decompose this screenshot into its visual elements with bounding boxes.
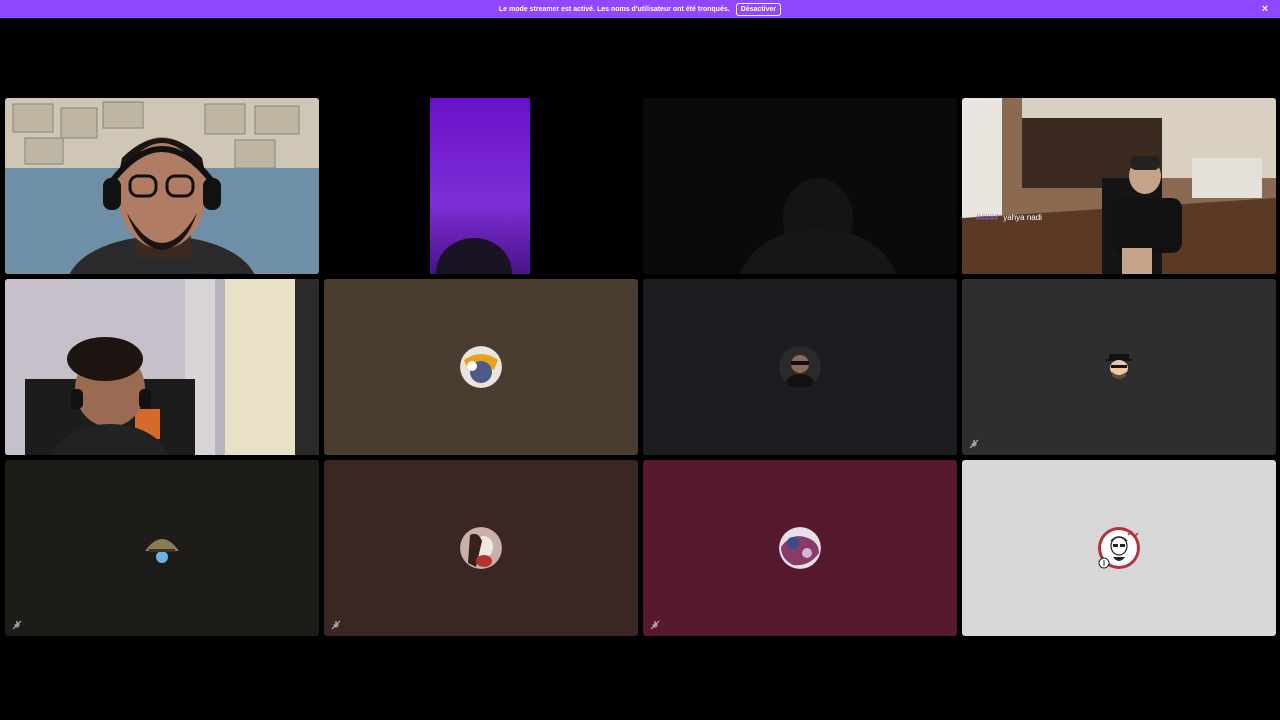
truncated-username: ##### (976, 213, 999, 222)
mic-muted-icon (12, 620, 22, 630)
user-avatar (141, 527, 183, 569)
webcam-feed-2 (430, 98, 530, 274)
avatar-tile-9[interactable] (5, 460, 319, 636)
video-tile-4[interactable]: ##### yahya nadi (962, 98, 1276, 274)
avatar-tile-6[interactable] (324, 279, 638, 455)
avatar-tile-11[interactable] (643, 460, 957, 636)
video-tile-1[interactable] (5, 98, 319, 274)
user-avatar (779, 346, 821, 388)
user-avatar (1098, 527, 1140, 569)
user-avatar (460, 527, 502, 569)
participant-name: yahya nadi (1003, 213, 1042, 222)
mic-muted-icon (969, 439, 979, 449)
video-tile-3[interactable] (643, 98, 957, 274)
video-tile-5-speaking[interactable] (5, 279, 319, 455)
avatar-tile-12[interactable] (962, 460, 1276, 636)
avatar-tile-8[interactable] (962, 279, 1276, 455)
webcam-feed-5 (5, 279, 319, 455)
banner-message: Le mode streamer est activé. Les noms d'… (498, 5, 730, 13)
avatar-tile-10[interactable] (324, 460, 638, 636)
disable-streamer-mode-button[interactable]: Désactiver (735, 2, 782, 16)
user-avatar (460, 346, 502, 388)
participant-name-tag: ##### yahya nadi (976, 213, 1042, 222)
user-avatar (1098, 346, 1140, 388)
webcam-feed-3 (740, 178, 896, 274)
webcam-feed-1 (5, 98, 319, 274)
avatar-tile-7[interactable] (643, 279, 957, 455)
mic-muted-icon (331, 620, 341, 630)
streamer-mode-banner: Le mode streamer est activé. Les noms d'… (0, 0, 1280, 18)
video-tile-2[interactable] (324, 98, 638, 274)
webcam-feed-4 (962, 98, 1276, 274)
mic-muted-icon (650, 620, 660, 630)
user-avatar (779, 527, 821, 569)
close-icon[interactable]: × (1259, 3, 1271, 15)
